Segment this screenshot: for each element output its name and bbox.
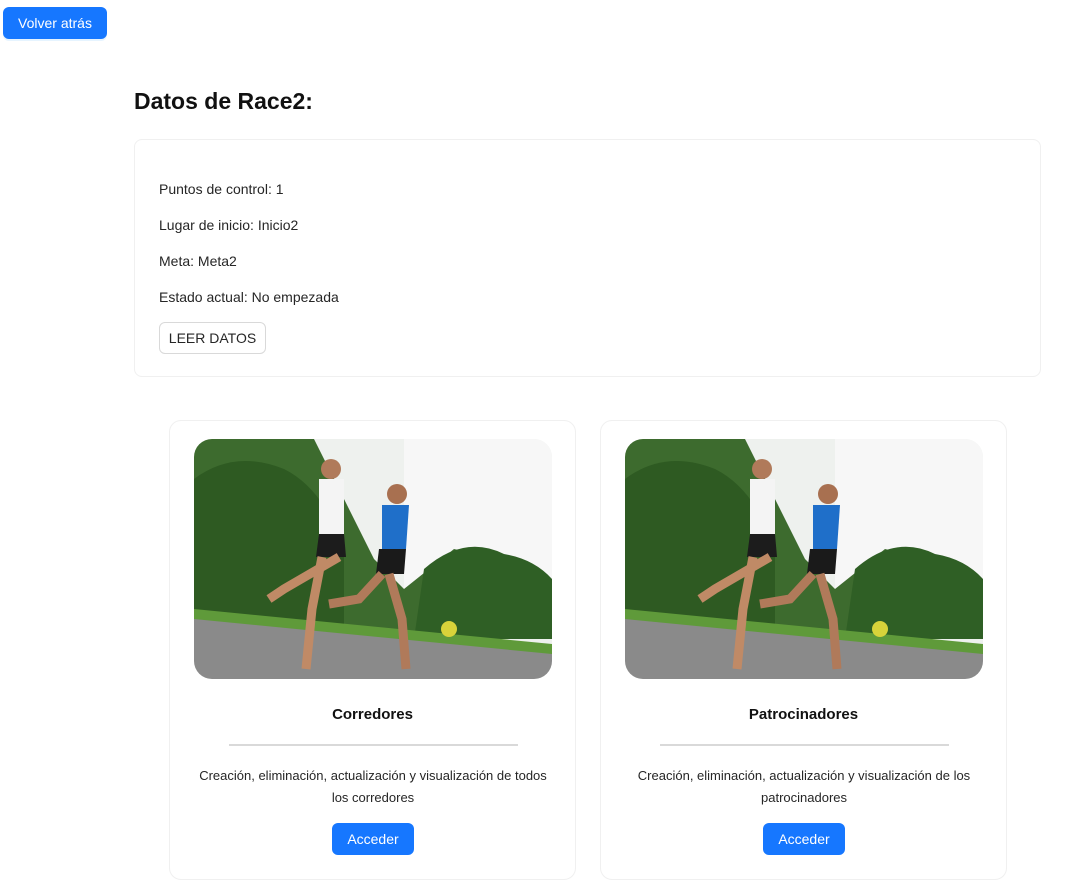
module-title: Patrocinadores: [748, 706, 859, 723]
divider: [229, 744, 518, 746]
finish-text: Meta: Meta2: [159, 253, 237, 269]
access-runners-button[interactable]: Acceder: [332, 823, 414, 855]
back-button[interactable]: Volver atrás: [3, 7, 107, 39]
status-text: Estado actual: No empezada: [159, 289, 339, 305]
divider: [660, 744, 949, 746]
runners-photo: [625, 439, 983, 679]
read-data-button[interactable]: LEER DATOS: [159, 322, 266, 354]
module-card-runners: Corredores Creación, eliminación, actual…: [169, 420, 576, 880]
checkpoints-text: Puntos de control: 1: [159, 181, 284, 197]
start-place-text: Lugar de inicio: Inicio2: [159, 217, 299, 233]
access-sponsors-button[interactable]: Acceder: [763, 823, 845, 855]
module-card-sponsors: Patrocinadores Creación, eliminación, ac…: [600, 420, 1007, 880]
page-title: Datos de Race2:: [134, 88, 313, 114]
module-title: Corredores: [332, 706, 413, 723]
module-description: Creación, eliminación, actualización y v…: [199, 768, 547, 805]
runners-photo: [194, 439, 552, 679]
module-description: Creación, eliminación, actualización y v…: [637, 768, 971, 805]
race-info-card: Puntos de control: 1 Lugar de inicio: In…: [134, 139, 1041, 377]
